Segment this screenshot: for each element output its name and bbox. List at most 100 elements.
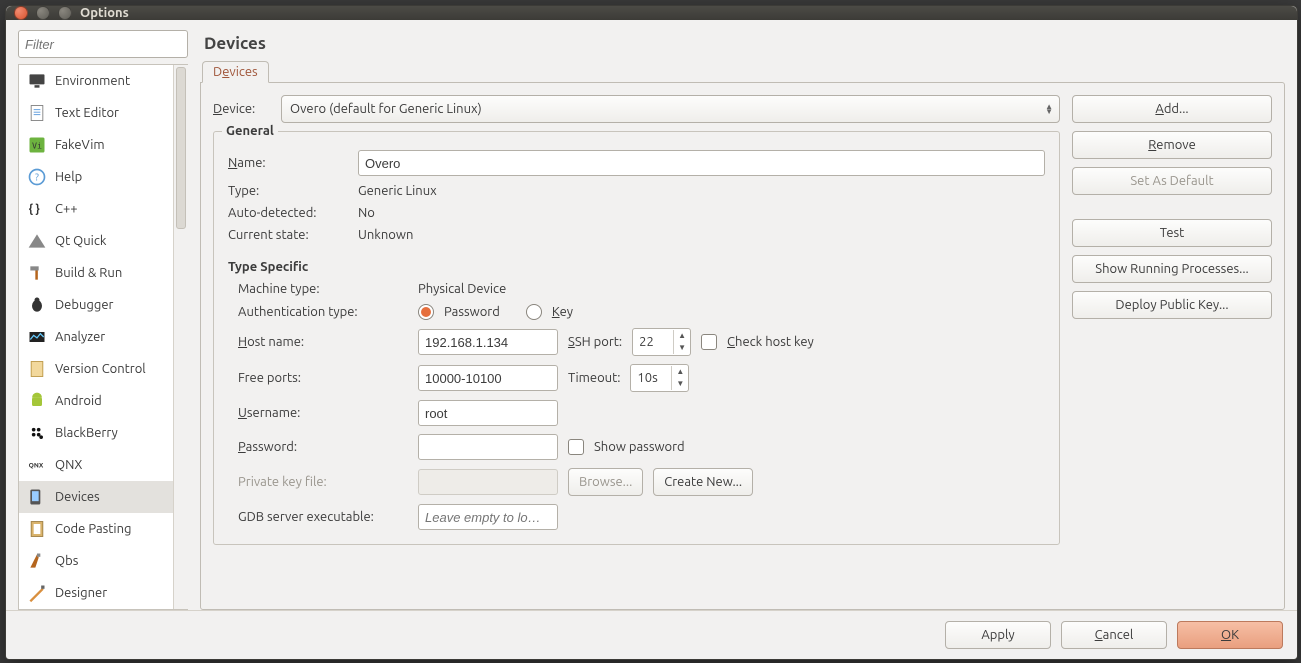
qtquick-icon [27, 231, 47, 251]
gdb-field[interactable] [418, 504, 558, 530]
options-dialog: Options Environment Text Editor Vi FakeVim?… [5, 5, 1298, 660]
category-label: Analyzer [55, 330, 105, 344]
window-minimize-icon[interactable] [36, 6, 50, 20]
deploy-key-button[interactable]: Deploy Public Key... [1072, 291, 1272, 319]
state-value: Unknown [358, 228, 1045, 242]
chevron-up-icon[interactable]: ▲ [674, 330, 690, 342]
ssh-port-value: 22 [633, 335, 673, 349]
name-field[interactable] [358, 150, 1045, 176]
category-item[interactable]: Vi FakeVim [19, 129, 173, 161]
type-value: Generic Linux [358, 184, 1045, 198]
autodetected-label: Auto-detected: [228, 206, 348, 220]
monitor-icon [27, 71, 47, 91]
host-field[interactable] [418, 329, 558, 355]
category-item[interactable]: ?Help [19, 161, 173, 193]
category-item[interactable]: Devices [19, 481, 173, 513]
cancel-button[interactable]: Cancel [1061, 621, 1167, 649]
designer-icon [27, 583, 47, 603]
window-maximize-icon[interactable] [58, 6, 72, 20]
category-item[interactable]: Build & Run [19, 257, 173, 289]
blackberry-icon [27, 423, 47, 443]
category-item[interactable]: Debugger [19, 289, 173, 321]
category-item[interactable]: { }C++ [19, 193, 173, 225]
category-list-container: EnvironmentText EditorViFakeVim?Help{ }C… [18, 64, 188, 610]
auth-key-radio[interactable] [526, 304, 542, 320]
remove-button[interactable]: Remove [1072, 131, 1272, 159]
auth-password-radio[interactable] [418, 304, 434, 320]
chevron-updown-icon: ▲▼ [1045, 104, 1053, 114]
category-item[interactable]: BlackBerry [19, 417, 173, 449]
gdb-label: GDB server executable: [238, 510, 408, 524]
apply-button[interactable]: Apply [945, 621, 1051, 649]
auth-password-radio-label: Password [444, 305, 500, 319]
check-host-key-checkbox[interactable] [701, 334, 717, 350]
chevron-up-icon[interactable]: ▲ [672, 366, 688, 378]
device-label: Device: [213, 102, 273, 116]
create-new-button[interactable]: Create New... [653, 468, 753, 496]
category-label: Text Editor [55, 106, 119, 120]
window-close-icon[interactable] [14, 6, 28, 20]
device-combo[interactable]: Overo (default for Generic Linux) ▲▼ [281, 95, 1060, 123]
autodetected-value: No [358, 206, 1045, 220]
username-field[interactable] [418, 400, 558, 426]
auth-key-radio-label: Key [552, 305, 573, 319]
category-item[interactable]: Text Editor [19, 97, 173, 129]
category-label: Build & Run [55, 266, 122, 280]
titlebar[interactable]: Options [6, 6, 1297, 20]
category-label: FakeVim [55, 138, 105, 152]
category-item[interactable]: Version Control [19, 353, 173, 385]
category-label: Environment [55, 74, 130, 88]
tab-devices[interactable]: Devices [202, 61, 269, 83]
category-item[interactable]: Android [19, 385, 173, 417]
category-label: Code Pasting [55, 522, 131, 536]
category-label: Qt Quick [55, 234, 106, 248]
category-label: Qbs [55, 554, 78, 568]
page-title: Devices [200, 30, 1285, 61]
type-specific-header: Type Specific [228, 260, 1045, 274]
category-item[interactable]: Environment [19, 65, 173, 97]
browse-button: Browse... [568, 468, 643, 496]
category-label: Devices [55, 490, 100, 504]
filter-input[interactable] [18, 30, 188, 58]
cpp-icon: { } [27, 199, 47, 219]
timeout-spin[interactable]: 10s ▲▼ [630, 364, 689, 392]
category-item[interactable]: Designer [19, 577, 173, 609]
machine-type-value: Physical Device [418, 282, 1045, 296]
free-ports-field[interactable] [418, 365, 558, 391]
client-area: EnvironmentText EditorViFakeVim?Help{ }C… [6, 20, 1297, 659]
add-button[interactable]: Add... [1072, 95, 1272, 123]
show-password-checkbox[interactable] [568, 439, 584, 455]
category-label: Debugger [55, 298, 113, 312]
chevron-down-icon[interactable]: ▼ [674, 342, 690, 354]
hammer-icon [27, 263, 47, 283]
category-item[interactable]: QNX QNX [19, 449, 173, 481]
svg-text:Vi: Vi [32, 140, 42, 150]
timeout-label: Timeout: [568, 371, 620, 385]
ssh-port-spin[interactable]: 22 ▲▼ [632, 328, 691, 356]
bug-icon [27, 295, 47, 315]
qnx-icon: QNX [27, 455, 47, 475]
free-ports-label: Free ports: [238, 371, 408, 385]
vcs-icon [27, 359, 47, 379]
category-item[interactable]: Code Pasting [19, 513, 173, 545]
help-icon: ? [27, 167, 47, 187]
category-item[interactable]: Qbs [19, 545, 173, 577]
show-processes-button[interactable]: Show Running Processes... [1072, 255, 1272, 283]
password-field[interactable] [418, 434, 558, 460]
category-label: QNX [55, 458, 82, 472]
category-scrollbar[interactable] [173, 65, 188, 609]
category-list[interactable]: EnvironmentText EditorViFakeVim?Help{ }C… [19, 65, 173, 609]
name-label: Name: [228, 156, 348, 170]
fakevim-icon: Vi [27, 135, 47, 155]
qbs-icon [27, 551, 47, 571]
ok-button[interactable]: OK [1177, 621, 1283, 649]
chevron-down-icon[interactable]: ▼ [672, 378, 688, 390]
svg-text:{ }: { } [29, 203, 40, 216]
timeout-value: 10s [631, 371, 671, 385]
category-label: BlackBerry [55, 426, 118, 440]
test-button[interactable]: Test [1072, 219, 1272, 247]
category-item[interactable]: Analyzer [19, 321, 173, 353]
scrollbar-thumb[interactable] [176, 67, 186, 229]
category-item[interactable]: Qt Quick [19, 225, 173, 257]
android-icon [27, 391, 47, 411]
